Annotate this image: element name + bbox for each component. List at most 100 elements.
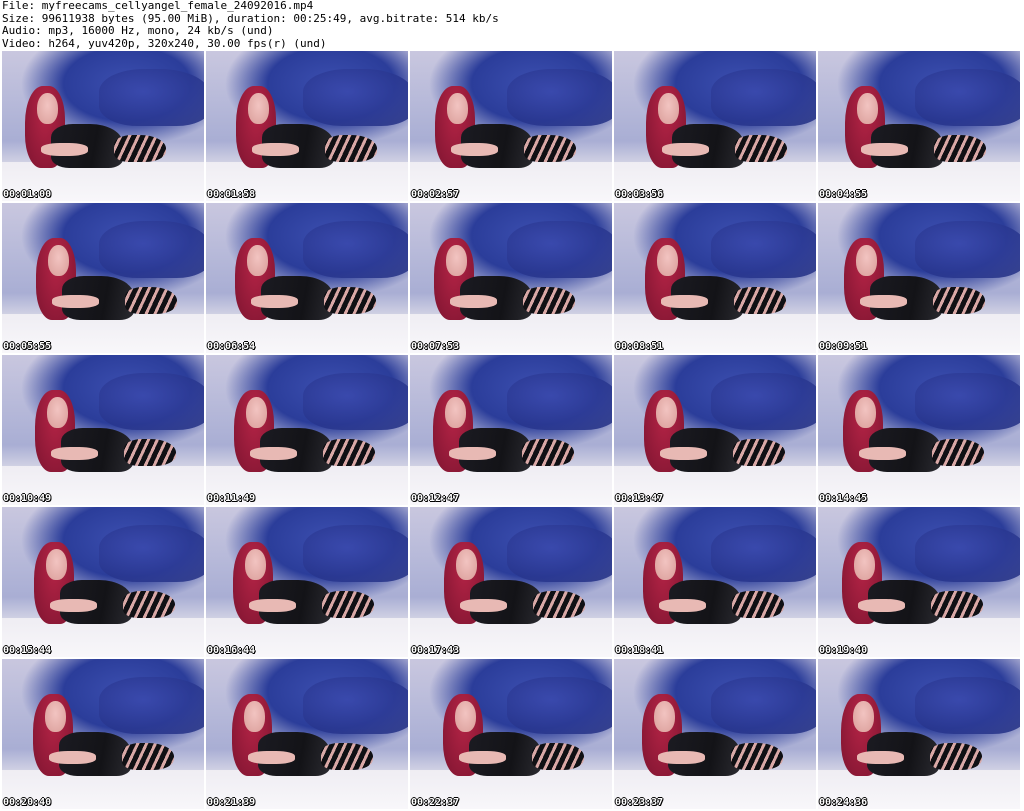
person-legs bbox=[124, 286, 177, 314]
frame-timestamp: 00:01:00 bbox=[3, 189, 52, 200]
person-figure bbox=[230, 230, 376, 335]
frame-timestamp: 00:09:51 bbox=[819, 341, 868, 352]
person-figure bbox=[641, 78, 787, 183]
video-frame-thumbnail: 00:07:53 bbox=[410, 203, 612, 353]
person-face bbox=[855, 244, 877, 277]
person-figure bbox=[639, 382, 785, 487]
video-frame-thumbnail: 00:22:37 bbox=[410, 659, 612, 809]
person-legs bbox=[521, 438, 574, 466]
person-arm bbox=[450, 295, 498, 308]
person-legs bbox=[531, 742, 584, 770]
person-face bbox=[655, 396, 677, 429]
person-figure bbox=[640, 230, 786, 335]
video-frame-thumbnail: 00:17:43 bbox=[410, 507, 612, 657]
person-figure bbox=[638, 534, 784, 639]
frame-timestamp: 00:08:51 bbox=[615, 341, 664, 352]
person-arm bbox=[861, 143, 909, 156]
frame-timestamp: 00:11:49 bbox=[207, 493, 256, 504]
video-frame-thumbnail: 00:06:54 bbox=[206, 203, 408, 353]
frame-timestamp: 00:13:47 bbox=[615, 493, 664, 504]
person-arm bbox=[51, 447, 99, 460]
file-name-line: File: myfreecams_cellyangel_female_24092… bbox=[2, 0, 314, 12]
frame-timestamp: 00:10:49 bbox=[3, 493, 52, 504]
person-face bbox=[45, 548, 67, 581]
person-face bbox=[654, 548, 676, 581]
person-legs bbox=[930, 590, 983, 618]
person-face bbox=[44, 700, 66, 733]
person-face bbox=[246, 244, 268, 277]
person-legs bbox=[123, 438, 176, 466]
person-arm bbox=[449, 447, 497, 460]
person-face bbox=[653, 700, 675, 733]
person-figure bbox=[228, 534, 374, 639]
person-figure bbox=[20, 78, 166, 183]
frame-timestamp: 00:18:41 bbox=[615, 645, 664, 656]
person-face bbox=[445, 244, 467, 277]
person-figure bbox=[840, 78, 986, 183]
person-figure bbox=[231, 78, 377, 183]
frame-timestamp: 00:19:40 bbox=[819, 645, 868, 656]
person-face bbox=[47, 244, 69, 277]
person-arm bbox=[857, 751, 905, 764]
person-arm bbox=[660, 447, 708, 460]
person-figure bbox=[429, 230, 575, 335]
person-face bbox=[36, 92, 58, 125]
frame-timestamp: 00:02:57 bbox=[411, 189, 460, 200]
video-frame-thumbnail: 00:18:41 bbox=[614, 507, 816, 657]
person-figure bbox=[31, 230, 177, 335]
frame-timestamp: 00:12:47 bbox=[411, 493, 460, 504]
person-figure bbox=[28, 686, 174, 791]
video-frame-thumbnail: 00:20:40 bbox=[2, 659, 204, 809]
person-face bbox=[243, 700, 265, 733]
video-info-line: Video: h264, yuv420p, 320x240, 30.00 fps… bbox=[2, 36, 327, 50]
person-arm bbox=[859, 447, 907, 460]
person-figure bbox=[637, 686, 783, 791]
video-frame-thumbnail: 00:08:51 bbox=[614, 203, 816, 353]
video-frame-thumbnail: 00:15:44 bbox=[2, 507, 204, 657]
person-figure bbox=[439, 534, 585, 639]
video-frame-thumbnail: 00:09:51 bbox=[818, 203, 1020, 353]
person-face bbox=[446, 92, 468, 125]
video-frame-thumbnail: 00:24:36 bbox=[818, 659, 1020, 809]
video-frame-thumbnail: 00:11:49 bbox=[206, 355, 408, 505]
person-figure bbox=[839, 230, 985, 335]
video-frame-thumbnail: 00:23:37 bbox=[614, 659, 816, 809]
person-legs bbox=[732, 438, 785, 466]
person-face bbox=[854, 396, 876, 429]
person-legs bbox=[522, 286, 575, 314]
video-frame-thumbnail: 00:16:44 bbox=[206, 507, 408, 657]
person-figure bbox=[229, 382, 375, 487]
audio-info-line: Audio: mp3, 16000 Hz, mono, 24 kb/s (und… bbox=[2, 24, 274, 37]
person-face bbox=[852, 700, 874, 733]
frame-timestamp: 00:03:56 bbox=[615, 189, 664, 200]
person-legs bbox=[933, 134, 986, 162]
person-legs bbox=[122, 590, 175, 618]
person-legs bbox=[931, 438, 984, 466]
person-arm bbox=[41, 143, 89, 156]
person-legs bbox=[323, 286, 376, 314]
video-frame-thumbnail: 00:01:00 bbox=[2, 51, 204, 201]
person-face bbox=[853, 548, 875, 581]
frame-timestamp: 00:07:53 bbox=[411, 341, 460, 352]
person-face bbox=[657, 92, 679, 125]
person-face bbox=[444, 396, 466, 429]
person-legs bbox=[932, 286, 985, 314]
person-figure bbox=[29, 534, 175, 639]
person-face bbox=[245, 396, 267, 429]
person-arm bbox=[460, 599, 508, 612]
person-arm bbox=[858, 599, 906, 612]
person-legs bbox=[532, 590, 585, 618]
person-legs bbox=[321, 590, 374, 618]
person-legs bbox=[730, 742, 783, 770]
video-frame-thumbnail: 00:10:49 bbox=[2, 355, 204, 505]
video-frame-thumbnail: 00:14:45 bbox=[818, 355, 1020, 505]
video-frame-thumbnail: 00:03:56 bbox=[614, 51, 816, 201]
person-arm bbox=[52, 295, 100, 308]
frame-timestamp: 00:16:44 bbox=[207, 645, 256, 656]
person-figure bbox=[227, 686, 373, 791]
person-arm bbox=[659, 599, 707, 612]
frame-timestamp: 00:23:37 bbox=[615, 797, 664, 808]
person-legs bbox=[733, 286, 786, 314]
frame-timestamp: 00:21:39 bbox=[207, 797, 256, 808]
thumbnail-grid: 00:01:00 00:01:58 00:02:57 00:03:56 00:04:55… bbox=[2, 51, 1020, 809]
